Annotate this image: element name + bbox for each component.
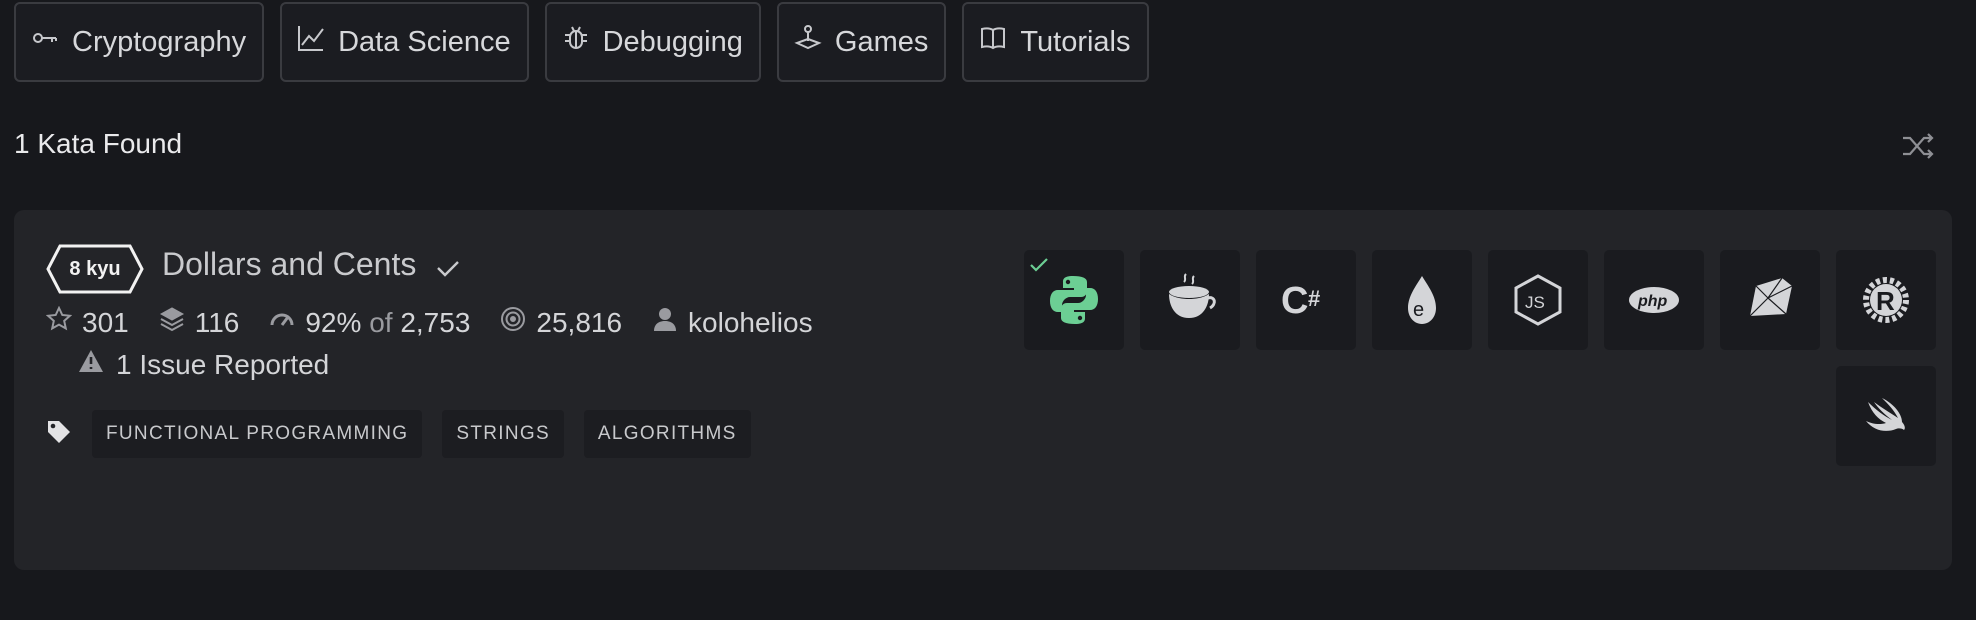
results-count: 1 Kata Found: [14, 128, 183, 159]
category-label: Games: [834, 25, 929, 58]
svg-text:C: C: [1281, 280, 1308, 322]
csharp-icon: C #: [1281, 280, 1320, 322]
category-label: Debugging: [602, 25, 743, 58]
shuffle-button[interactable]: [1900, 128, 1936, 164]
rank-label: 8 kyu: [69, 257, 121, 280]
target-icon: [500, 306, 526, 339]
nodejs-icon: JS: [1514, 274, 1562, 326]
joystick-icon: [793, 23, 823, 61]
author-link[interactable]: kolohelios: [688, 307, 813, 339]
author-stat: kolohelios: [652, 306, 813, 339]
satisfaction-percent: 92%: [305, 306, 362, 338]
language-csharp-button[interactable]: C #: [1256, 250, 1356, 350]
issue-label: 1 Issue Reported: [116, 348, 330, 380]
category-games-button[interactable]: Games: [776, 2, 947, 82]
category-debugging-button[interactable]: Debugging: [544, 2, 761, 82]
satisfaction-stat: 92% of 2,753: [269, 306, 470, 339]
svg-text:R: R: [1876, 286, 1895, 316]
php-icon: php: [1629, 287, 1679, 313]
category-tutorials-button[interactable]: Tutorials: [962, 2, 1149, 82]
category-filter-row: Cryptography Data Science Debugging Game…: [14, 2, 1149, 82]
key-icon: [30, 23, 60, 61]
book-icon: [978, 23, 1008, 61]
language-rust-button[interactable]: R: [1836, 250, 1936, 350]
language-coffeescript-button[interactable]: [1140, 250, 1240, 350]
layers-icon: [159, 306, 185, 339]
kata-card: 8 kyu Dollars and Cents 301 116 92% of 2…: [14, 210, 1952, 570]
swift-icon: [1866, 398, 1905, 431]
language-ruby-button[interactable]: [1720, 250, 1820, 350]
tag-list: FUNCTIONAL PROGRAMMING STRINGS ALGORITHM…: [46, 410, 751, 458]
gauge-icon: [269, 306, 295, 339]
language-swift-button[interactable]: [1836, 366, 1936, 466]
collections-count: 116: [194, 306, 240, 338]
kata-title-link[interactable]: Dollars and Cents: [162, 246, 416, 283]
completed-count: 25,816: [536, 306, 623, 338]
warning-icon: [78, 348, 104, 381]
language-python-button[interactable]: [1024, 250, 1124, 350]
stars-stat: 301: [45, 305, 129, 339]
language-javascript-button[interactable]: JS: [1488, 250, 1588, 350]
tag-functional-programming[interactable]: FUNCTIONAL PROGRAMMING: [92, 410, 423, 458]
language-elixir-button[interactable]: e: [1372, 250, 1472, 350]
votes-count: 2,753: [400, 306, 471, 338]
category-label: Tutorials: [1020, 25, 1131, 58]
stars-count: 301: [82, 306, 129, 338]
python-icon: [1050, 276, 1098, 324]
star-icon: [45, 305, 73, 339]
tag-icon: [46, 419, 72, 450]
language-php-button[interactable]: php: [1604, 250, 1704, 350]
completed-stat: 25,816: [500, 306, 622, 339]
kata-stats: 301 116 92% of 2,753 25,816 kolohelios: [45, 305, 843, 339]
user-icon: [652, 306, 678, 339]
of-label: of: [369, 306, 393, 338]
category-label: Cryptography: [72, 25, 247, 58]
rust-icon: R: [1863, 277, 1909, 323]
category-cryptography-button[interactable]: Cryptography: [14, 2, 265, 82]
ruby-icon: [1749, 277, 1793, 317]
category-label: Data Science: [338, 25, 511, 58]
elixir-icon: e: [1408, 276, 1436, 324]
completed-check-icon: [1030, 258, 1048, 272]
svg-text:#: #: [1308, 286, 1320, 311]
collections-stat: 116: [159, 306, 240, 339]
svg-text:php: php: [1637, 293, 1668, 310]
tag-algorithms[interactable]: ALGORITHMS: [583, 410, 751, 458]
chart-line-icon: [296, 23, 326, 61]
tag-strings[interactable]: STRINGS: [442, 410, 564, 458]
rank-badge: 8 kyu: [46, 243, 144, 295]
category-data-science-button[interactable]: Data Science: [280, 2, 529, 82]
bug-icon: [561, 23, 591, 61]
language-list: C # e JS php R: [1010, 250, 1936, 466]
check-icon: [434, 254, 462, 287]
svg-text:JS: JS: [1525, 293, 1545, 312]
coffeescript-icon: [1169, 273, 1216, 318]
issue-reported-link[interactable]: 1 Issue Reported: [78, 348, 329, 381]
svg-text:e: e: [1413, 299, 1424, 321]
shuffle-icon: [1900, 133, 1936, 168]
